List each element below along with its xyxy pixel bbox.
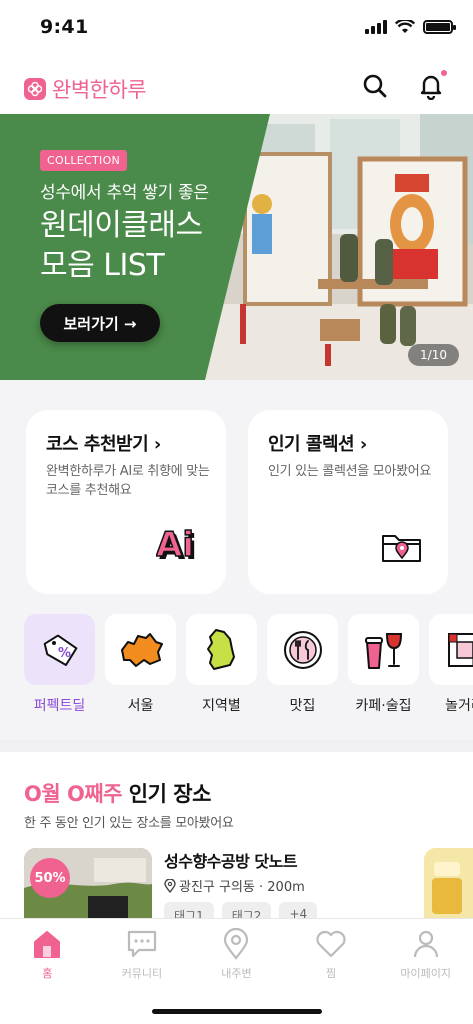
collection-tag: COLLECTION	[40, 150, 128, 171]
location-pin-icon	[164, 878, 176, 893]
card-title: 인기 콜렉션 ›	[268, 434, 367, 455]
popular-collection-card[interactable]: 인기 콜렉션 › 인기 있는 콜렉션을 모아봤어요	[248, 410, 448, 594]
category-seoul[interactable]: 서울	[105, 614, 176, 724]
category-label: 퍼펙트딜	[33, 698, 86, 714]
ai-icon: Ai Ai	[155, 524, 202, 568]
tab-community[interactable]: 커뮤니티	[95, 919, 190, 989]
tab-home[interactable]: 홈	[0, 919, 95, 989]
bell-icon	[420, 75, 442, 101]
tab-label: 마이페이지	[400, 967, 451, 980]
place-location-text: 광진구 구의동 · 200m	[179, 880, 305, 895]
korea-map-icon	[186, 614, 257, 685]
tab-label: 커뮤니티	[121, 967, 163, 980]
tab-wishlist[interactable]: 찜	[284, 919, 379, 989]
home-icon	[30, 927, 64, 961]
home-indicator	[152, 1009, 322, 1014]
category-restaurant[interactable]: 맛집	[267, 614, 338, 724]
drink-icon	[348, 614, 419, 685]
banner-pager: 1/10	[408, 344, 459, 366]
view-button[interactable]: 보러가기 →	[40, 304, 160, 342]
banner-title-line2: 모음 LIST	[40, 248, 165, 283]
category-list: % 퍼펙트딜 서울 지역별 맛집 카페·술집 놀거	[24, 614, 473, 724]
category-label: 서울	[127, 698, 154, 714]
next-place-photo	[424, 848, 473, 920]
tab-label: 찜	[326, 967, 337, 980]
status-icons	[365, 20, 456, 34]
place-thumbnail[interactable]: 50%	[24, 848, 152, 920]
place-location: 광진구 구의동 · 200m	[164, 876, 305, 895]
category-label: 지역별	[202, 698, 241, 714]
card-title: 코스 추천받기 ›	[46, 434, 161, 455]
course-recommend-card[interactable]: 코스 추천받기 › 완벽한하루가 AI로 취향에 맞는 코스를 추천해요 Ai …	[26, 410, 226, 594]
bottom-tab-bar: 홈 커뮤니티 내주변 찜 마이페이지	[0, 918, 473, 1024]
card-description: 완벽한하루가 AI로 취향에 맞는 코스를 추천해요	[46, 464, 210, 498]
heart-icon	[314, 927, 348, 961]
plate-cutlery-icon	[267, 614, 338, 685]
next-place-thumbnail[interactable]	[424, 848, 473, 920]
folder-pin-icon	[380, 530, 424, 568]
category-perfect-deal[interactable]: % 퍼펙트딜	[24, 614, 95, 724]
wifi-icon	[395, 20, 415, 33]
section-divider	[0, 740, 473, 752]
banner-title-line1: 원데이클래스	[40, 208, 203, 243]
seoul-map-icon	[105, 614, 176, 685]
promo-banner[interactable]: COLLECTION 성수에서 추억 쌓기 좋은 원데이클래스 모음 LIST …	[0, 114, 473, 380]
notification-dot	[441, 70, 447, 76]
place-name[interactable]: 성수향수공방 닷노트	[164, 848, 298, 872]
tab-label: 홈	[42, 967, 53, 980]
cellular-signal-icon	[365, 20, 387, 34]
location-pin-icon	[219, 927, 253, 961]
category-label: 카페·술집	[355, 698, 412, 714]
board-game-icon	[429, 614, 473, 685]
status-time: 9:41	[40, 16, 89, 38]
person-icon	[409, 927, 443, 961]
price-tag-icon: %	[24, 614, 95, 685]
status-bar: 9:41	[0, 0, 473, 56]
battery-icon	[423, 20, 456, 34]
svg-text:%: %	[58, 646, 71, 661]
ai-icon-text: Ai	[156, 525, 194, 564]
notification-button[interactable]	[417, 70, 447, 101]
search-icon	[363, 74, 387, 98]
section-title-rest: 인기 장소	[121, 782, 212, 806]
brand-name: 완벽한하루	[52, 78, 147, 102]
category-activities[interactable]: 놀거리	[429, 614, 473, 724]
card-description: 인기 있는 콜렉션을 모아봤어요	[268, 464, 432, 479]
flower-logo-icon	[24, 78, 46, 100]
category-label: 맛집	[289, 698, 316, 714]
search-button[interactable]	[361, 72, 389, 100]
category-cafe-bar[interactable]: 카페·술집	[348, 614, 419, 724]
section-title-highlight: O월 O째주	[24, 782, 122, 806]
banner-title: 원데이클래스 모음 LIST	[40, 206, 203, 286]
chat-icon	[125, 927, 159, 961]
section-title: O월 O째주 인기 장소	[24, 778, 211, 808]
app-header: 완벽한하루	[0, 56, 473, 114]
category-region[interactable]: 지역별	[186, 614, 257, 724]
tab-label: 내주변	[221, 967, 252, 980]
brand-logo[interactable]: 완벽한하루	[24, 74, 147, 104]
discount-badge: 50%	[30, 858, 70, 898]
section-subtitle: 한 주 동안 인기 있는 장소를 모아봤어요	[24, 816, 234, 831]
category-label: 놀거리	[445, 698, 473, 714]
banner-subtitle: 성수에서 추억 쌓기 좋은	[40, 183, 209, 203]
tab-nearby[interactable]: 내주변	[189, 919, 284, 989]
tab-mypage[interactable]: 마이페이지	[378, 919, 473, 989]
